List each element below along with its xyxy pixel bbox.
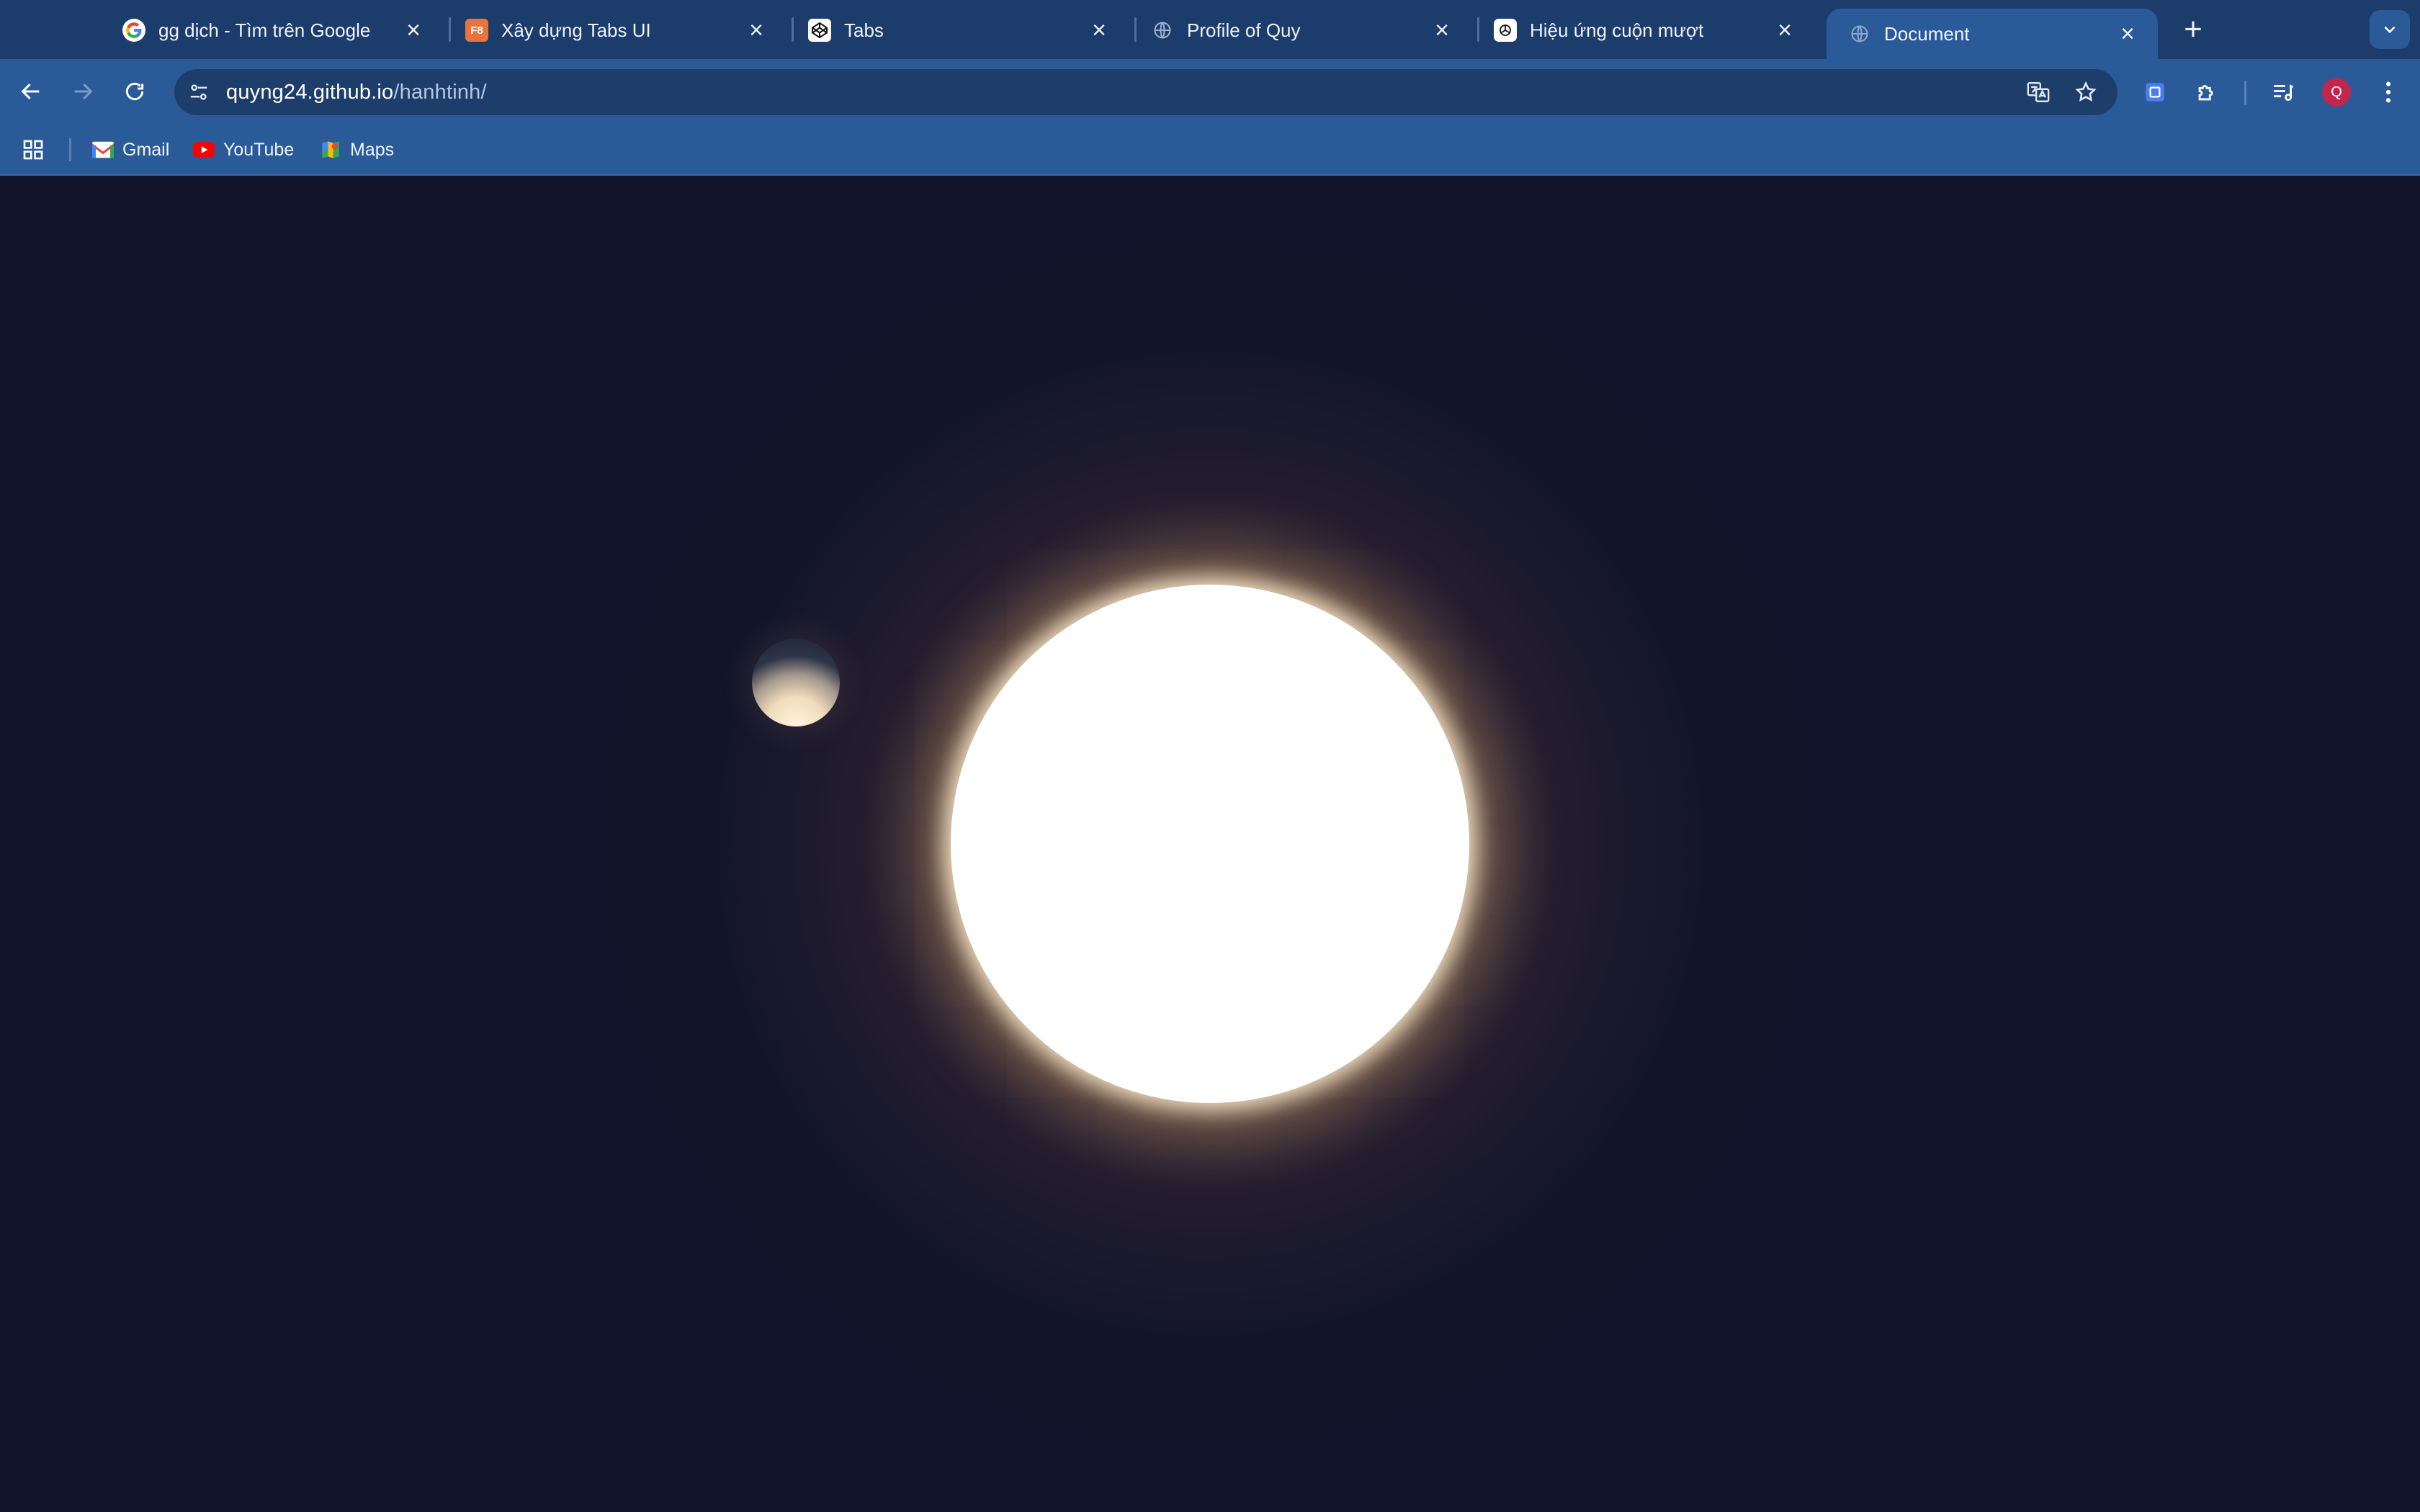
openai-icon [1494, 19, 1517, 42]
tab-gg-dich[interactable]: gg dịch - Tìm trên Google × [101, 7, 444, 53]
apps-grid-icon [23, 140, 43, 160]
tab-profile-of-quy[interactable]: Profile of Quy × [1129, 7, 1472, 53]
close-icon[interactable]: × [1428, 16, 1456, 45]
chevron-down-icon [2384, 26, 2396, 34]
bookmarks-separator [69, 138, 71, 161]
tab-title: Hiệu ứng cuộn mượt [1530, 19, 1704, 41]
back-button[interactable] [12, 72, 50, 111]
media-controls-icon[interactable] [2264, 73, 2302, 111]
tab-tabs-ui[interactable]: F8 Xây dựng Tabs UI × [444, 7, 786, 53]
url-host: quyng24.github.io [226, 80, 394, 104]
bookmark-star-icon[interactable] [2071, 78, 2100, 107]
gmail-icon [92, 139, 114, 161]
site-settings-icon[interactable] [184, 78, 213, 107]
browser-toolbar: quyng24.github.io/hanhtinh/ [0, 59, 2420, 124]
sun [951, 585, 1469, 1103]
planet [752, 639, 840, 726]
puzzle-extensions-icon[interactable] [2188, 73, 2226, 111]
address-bar[interactable]: quyng24.github.io/hanhtinh/ [174, 69, 2118, 115]
close-icon[interactable]: × [2113, 19, 2142, 48]
page-viewport [0, 176, 2420, 1512]
toolbar-separator [2244, 81, 2246, 105]
tab-search-button[interactable] [2370, 10, 2410, 49]
bookmark-label: YouTube [223, 139, 295, 160]
reload-icon [125, 82, 144, 101]
close-icon[interactable]: × [742, 16, 771, 45]
f8-icon: F8 [465, 19, 488, 42]
tab-title: Document [1884, 22, 1970, 45]
tab-hieu-ung-cuon-muot[interactable]: Hiệu ứng cuộn mượt × [1472, 7, 1815, 53]
bookmark-youtube[interactable]: YouTube [193, 134, 294, 166]
google-icon [122, 19, 145, 42]
reload-button[interactable] [115, 72, 154, 111]
bookmark-gmail[interactable]: Gmail [92, 134, 169, 166]
tab-tabs[interactable]: Tabs × [786, 7, 1129, 53]
youtube-icon [193, 139, 215, 161]
profile-avatar[interactable]: Q [2322, 78, 2351, 107]
globe-icon [1151, 19, 1174, 42]
maps-icon [320, 139, 341, 161]
more-menu-icon[interactable] [2370, 73, 2407, 111]
bookmark-label: Maps [350, 139, 395, 160]
forward-button[interactable] [63, 72, 102, 111]
bookmark-maps[interactable]: Maps [320, 134, 394, 166]
tab-title: Xây dựng Tabs UI [501, 19, 651, 41]
tab-strip: gg dịch - Tìm trên Google × F8 Xây dựng … [0, 0, 2420, 59]
translate-icon[interactable] [2024, 78, 2053, 107]
globe-icon [1848, 22, 1871, 45]
arrow-left-icon [21, 83, 40, 100]
tab-document[interactable]: Document × [1827, 9, 2158, 59]
tab-title: Profile of Quy [1187, 19, 1301, 41]
url-text: quyng24.github.io/hanhtinh/ [226, 81, 487, 104]
codepen-icon [808, 19, 831, 42]
tab-title: Tabs [844, 19, 884, 41]
arrow-right-icon [74, 83, 93, 100]
new-tab-button[interactable]: + [2174, 10, 2213, 49]
bookmarks-bar: Gmail YouTube Maps [0, 124, 2420, 176]
apps-button[interactable] [22, 134, 45, 166]
close-icon[interactable]: × [399, 16, 428, 45]
extension-icon[interactable] [2136, 73, 2174, 111]
close-icon[interactable]: × [1770, 16, 1799, 45]
close-icon[interactable]: × [1085, 16, 1113, 45]
bookmark-label: Gmail [122, 139, 170, 160]
url-path: /hanhtinh/ [393, 80, 487, 104]
tab-title: gg dịch - Tìm trên Google [158, 19, 371, 41]
